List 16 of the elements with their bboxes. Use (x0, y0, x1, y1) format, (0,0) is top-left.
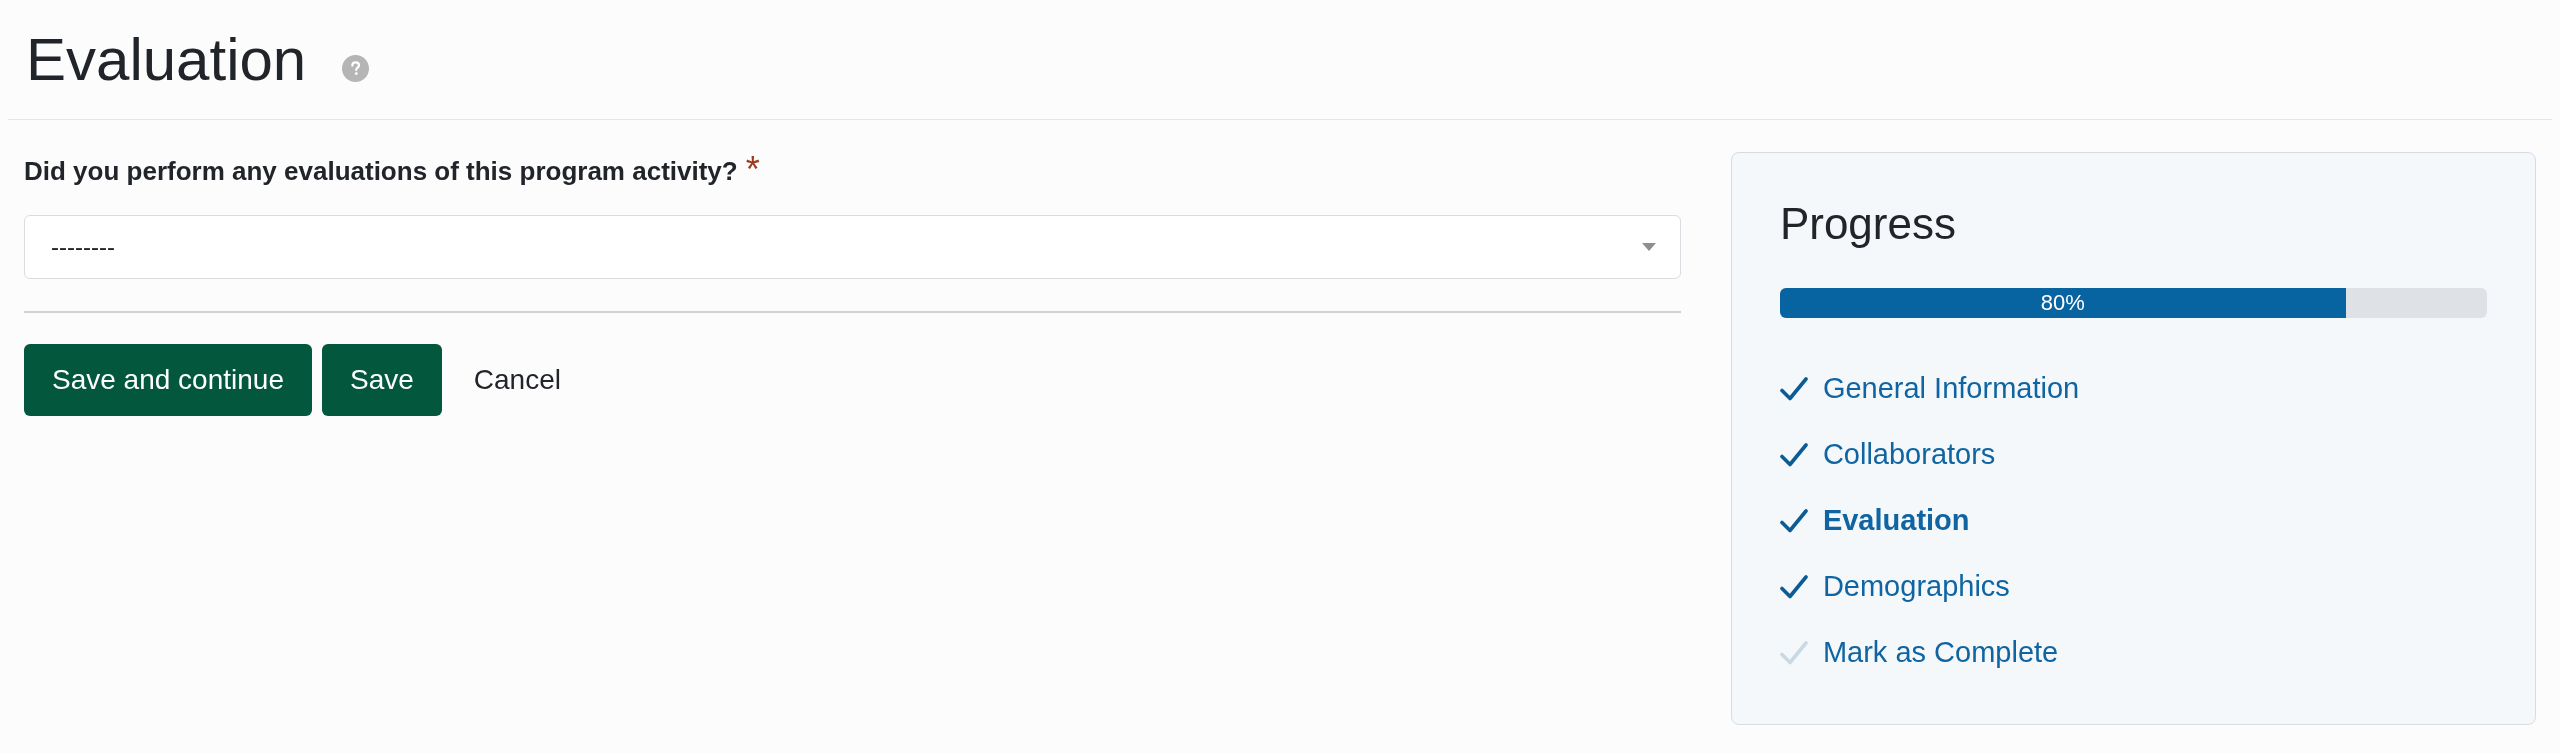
step-link[interactable]: Collaborators (1822, 437, 1996, 473)
progress-fill: 80% (1779, 287, 2346, 318)
help-icon[interactable] (342, 54, 370, 82)
step-link[interactable]: General Information (1822, 371, 2080, 407)
step-link[interactable]: Demographics (1822, 569, 2010, 605)
progress-title: Progress (1779, 198, 1957, 250)
step-link[interactable]: Evaluation (1822, 503, 1970, 539)
page-title: Evaluation (26, 25, 307, 95)
step-link[interactable]: Mark as Complete (1822, 635, 2059, 671)
submit-button[interactable]: Save (321, 344, 442, 416)
question-label: Did you perform any evaluations of this program activity? (24, 155, 738, 188)
required-mark: * (745, 152, 760, 188)
cancel-link[interactable]: Cancel (451, 344, 583, 416)
caret-icon (1641, 243, 1656, 251)
select-field[interactable]: -------- (24, 215, 1681, 279)
submit-button[interactable]: Save and continue (24, 344, 312, 416)
